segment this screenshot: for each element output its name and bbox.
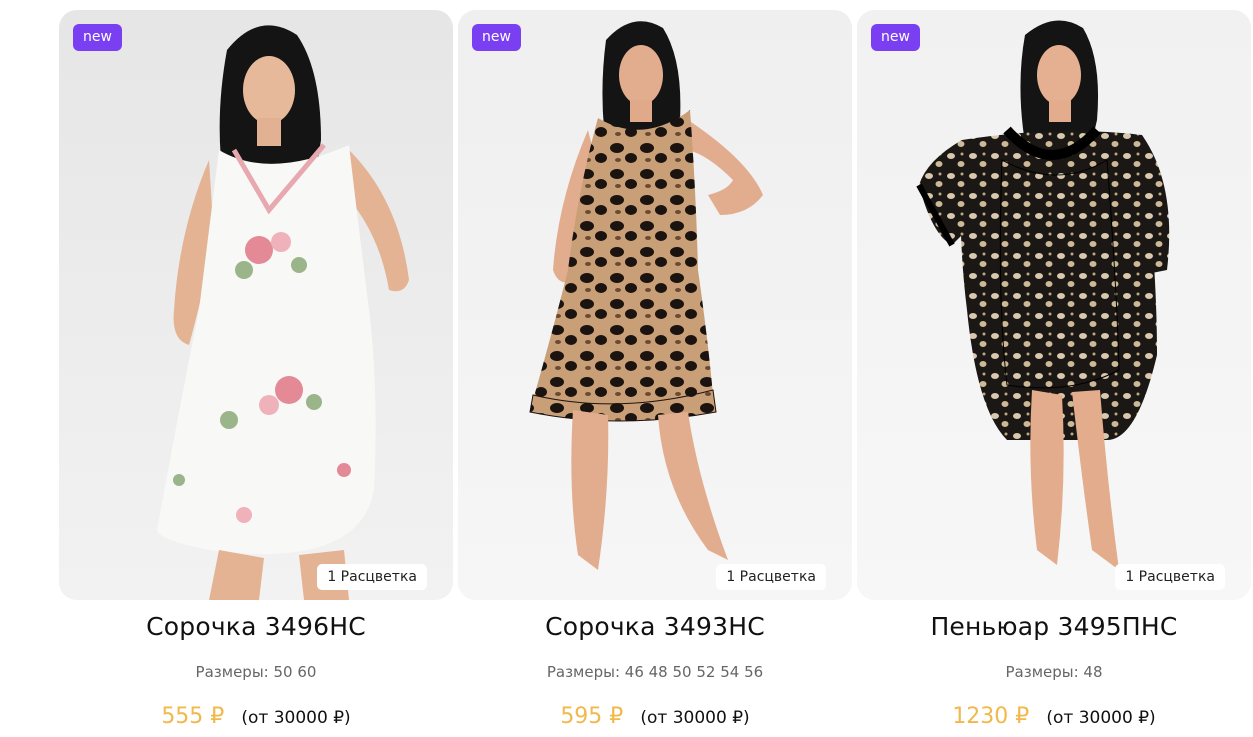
new-badge: new bbox=[871, 24, 920, 51]
product-price: 555 ₽ bbox=[161, 704, 225, 729]
min-order-amount: (от 30000 ₽) bbox=[241, 708, 351, 728]
woman-floral-white-nightgown-image bbox=[59, 10, 453, 600]
product-price: 1230 ₽ bbox=[952, 704, 1030, 729]
new-badge: new bbox=[73, 24, 122, 51]
new-badge: new bbox=[472, 24, 521, 51]
product-sizes: Размеры: 46 48 50 52 54 56 bbox=[546, 663, 764, 681]
min-order-amount: (от 30000 ₽) bbox=[640, 708, 750, 728]
color-count-chip[interactable]: 1 Расцветка bbox=[317, 564, 427, 590]
product-sizes: Размеры: 48 bbox=[1005, 663, 1103, 681]
min-order-amount: (от 30000 ₽) bbox=[1046, 708, 1156, 728]
product-sizes: Размеры: 50 60 bbox=[195, 663, 317, 681]
product-title[interactable]: Пеньюар 3495ПНС bbox=[857, 612, 1251, 641]
price-row: 1230 ₽ (от 30000 ₽) bbox=[857, 704, 1251, 729]
product-card[interactable]: new 1 Расцветка Сорочка 3493НС Размеры: … bbox=[458, 10, 852, 737]
color-count-chip[interactable]: 1 Расцветка bbox=[716, 564, 826, 590]
product-image[interactable]: new 1 Расцветка bbox=[857, 10, 1251, 600]
product-image[interactable]: new 1 Расцветка bbox=[59, 10, 453, 600]
product-card[interactable]: new 1 Расцветка Пеньюар 3495ПНС Размеры:… bbox=[857, 10, 1251, 737]
woman-leopard-nightgown-image bbox=[458, 10, 852, 600]
product-image[interactable]: new 1 Расцветка bbox=[458, 10, 852, 600]
product-title[interactable]: Сорочка 3496НС bbox=[59, 612, 453, 641]
color-count-chip[interactable]: 1 Расцветка bbox=[1115, 564, 1225, 590]
product-price: 595 ₽ bbox=[560, 704, 624, 729]
product-card[interactable]: new 1 Расцветка Сорочка 3496НС Размеры: … bbox=[59, 10, 453, 737]
product-grid-page: new 1 Расцветка Сорочка 3496НС Размеры: … bbox=[0, 0, 1253, 737]
price-row: 595 ₽ (от 30000 ₽) bbox=[458, 704, 852, 729]
woman-spotted-robe-set-image bbox=[857, 10, 1251, 600]
price-row: 555 ₽ (от 30000 ₽) bbox=[59, 704, 453, 729]
product-grid: new 1 Расцветка Сорочка 3496НС Размеры: … bbox=[59, 10, 1251, 737]
product-title[interactable]: Сорочка 3493НС bbox=[458, 612, 852, 641]
